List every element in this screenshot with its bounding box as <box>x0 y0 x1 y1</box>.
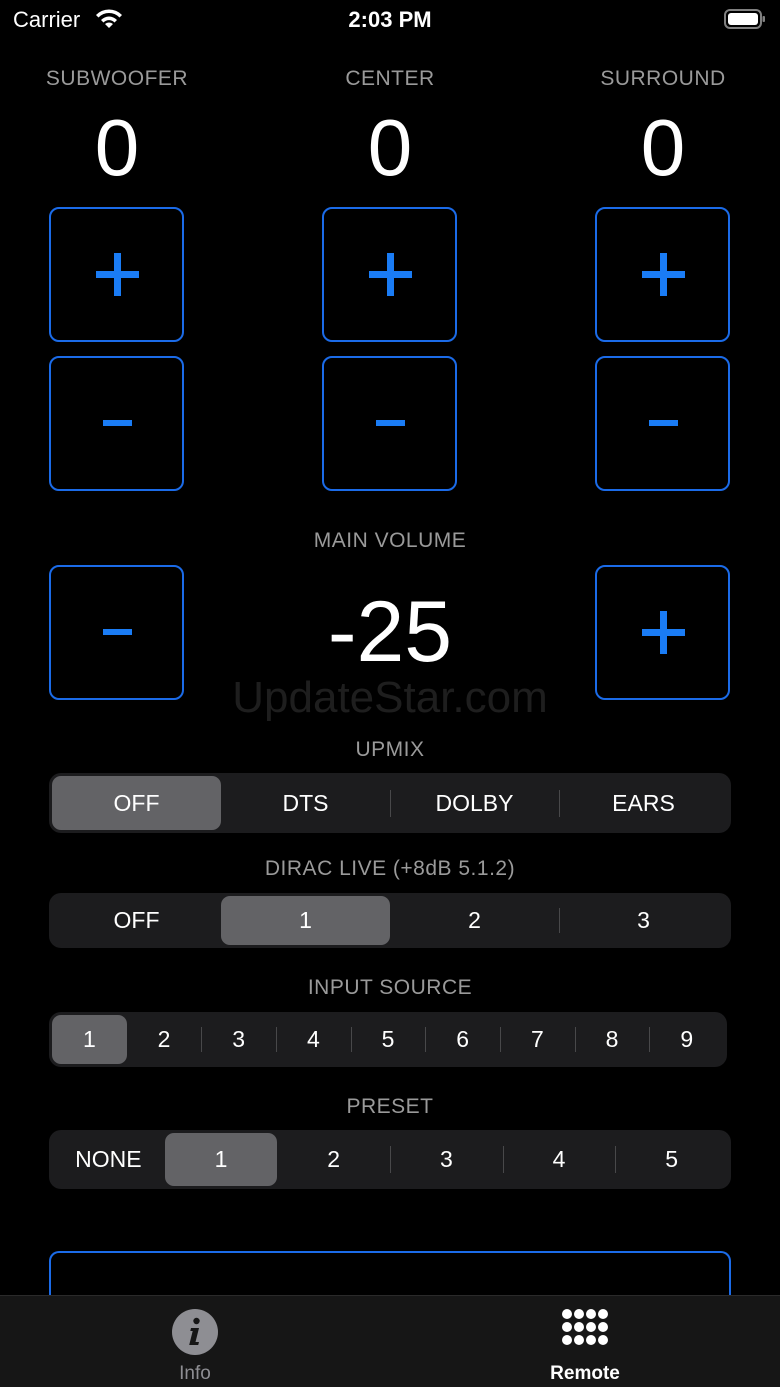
dirac-label: DIRAC LIVE (+8dB 5.1.2) <box>264 857 516 880</box>
input-source-option-1[interactable]: 1 <box>52 1015 127 1064</box>
surround-label: SURROUND <box>600 67 726 90</box>
surround-minus-button[interactable] <box>595 356 730 491</box>
plus-icon <box>369 253 412 296</box>
input-source-segmented-control[interactable]: 1 2 3 4 5 6 7 8 9 <box>49 1012 727 1067</box>
input-source-option-5[interactable]: 5 <box>350 1015 426 1064</box>
info-icon <box>172 1309 218 1355</box>
grid-dots-icon <box>562 1309 608 1345</box>
preset-option-3[interactable]: 3 <box>390 1133 503 1186</box>
minus-icon <box>103 420 132 426</box>
upmix-option-off[interactable]: OFF <box>52 776 221 830</box>
center-plus-button[interactable] <box>322 207 457 342</box>
center-label: CENTER <box>345 67 435 90</box>
input-source-label: INPUT SOURCE <box>307 976 473 999</box>
input-source-option-4[interactable]: 4 <box>276 1015 351 1064</box>
upmix-option-dts[interactable]: DTS <box>221 776 390 830</box>
preset-label: PRESET <box>346 1095 434 1118</box>
subwoofer-minus-button[interactable] <box>49 356 184 491</box>
tab-remote-label: Remote <box>550 1363 620 1384</box>
plus-icon <box>642 253 685 296</box>
main-volume-value: -25 <box>327 584 453 680</box>
input-source-option-9[interactable]: 9 <box>649 1015 724 1064</box>
preset-option-4[interactable]: 4 <box>502 1133 616 1186</box>
tab-info[interactable]: Info <box>0 1296 390 1387</box>
surround-value: 0 <box>640 103 686 192</box>
dirac-option-1[interactable]: 1 <box>221 896 390 945</box>
preset-option-none[interactable]: NONE <box>52 1133 165 1186</box>
dirac-segmented-control[interactable]: OFF 1 2 3 <box>49 893 731 948</box>
dirac-option-3[interactable]: 3 <box>559 896 728 945</box>
upmix-option-ears[interactable]: EARS <box>559 776 728 830</box>
upmix-label: UPMIX <box>355 738 425 761</box>
tab-remote[interactable]: Remote <box>390 1296 780 1387</box>
subwoofer-value: 0 <box>94 103 140 192</box>
tab-bar: Info Remote <box>0 1295 780 1387</box>
tab-info-label: Info <box>179 1363 211 1384</box>
preset-option-5[interactable]: 5 <box>615 1133 728 1186</box>
input-source-option-6[interactable]: 6 <box>425 1015 500 1064</box>
center-value: 0 <box>367 103 413 192</box>
input-source-option-8[interactable]: 8 <box>574 1015 650 1064</box>
input-source-option-7[interactable]: 7 <box>500 1015 575 1064</box>
status-bar: Carrier 2:03 PM <box>0 0 780 44</box>
status-time: 2:03 PM <box>348 7 432 32</box>
watermark: UpdateStar.com <box>232 673 548 722</box>
main-volume-label: MAIN VOLUME <box>313 529 467 552</box>
minus-icon <box>649 420 678 426</box>
input-source-option-2[interactable]: 2 <box>127 1015 202 1064</box>
surround-plus-button[interactable] <box>595 207 730 342</box>
preset-segmented-control[interactable]: NONE 1 2 3 4 5 <box>49 1130 731 1189</box>
subwoofer-plus-button[interactable] <box>49 207 184 342</box>
subwoofer-label: SUBWOOFER <box>45 67 189 90</box>
battery-icon <box>724 9 765 29</box>
input-source-option-3[interactable]: 3 <box>201 1015 276 1064</box>
dirac-option-2[interactable]: 2 <box>390 896 559 945</box>
upmix-segmented-control[interactable]: OFF DTS DOLBY EARS <box>49 773 731 833</box>
dirac-option-off[interactable]: OFF <box>52 896 221 945</box>
preset-option-1[interactable]: 1 <box>164 1133 278 1186</box>
center-minus-button[interactable] <box>322 356 457 491</box>
preset-option-2[interactable]: 2 <box>277 1133 390 1186</box>
plus-icon <box>96 253 139 296</box>
minus-icon <box>376 420 405 426</box>
upmix-option-dolby[interactable]: DOLBY <box>390 776 559 830</box>
